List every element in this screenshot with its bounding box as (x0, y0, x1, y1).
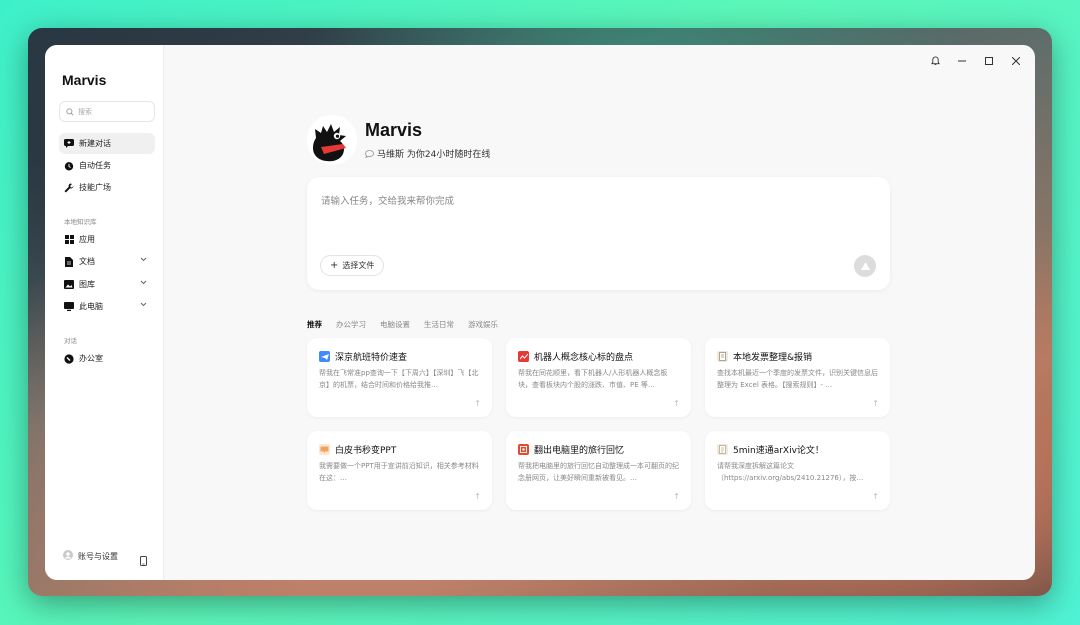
sidebar-item-label: 此电脑 (79, 302, 103, 311)
card-title: 5min速通arXiv论文！ (733, 446, 824, 456)
account-label: 账号与设置 (78, 551, 118, 561)
sidebar-item-label: 文档 (79, 257, 95, 266)
user-icon (63, 550, 73, 562)
select-file-button[interactable]: + 选择文件 (320, 255, 385, 276)
sidebar-item-office[interactable]: 办公室 (59, 348, 155, 369)
sidebar-item-auto-task[interactable]: 自动任务 (59, 155, 155, 176)
card-description: 请帮我深度拆解这篇论文（https://arxiv.org/abs/2410.2… (717, 462, 864, 482)
search-input[interactable]: 搜索 (59, 101, 155, 122)
card-title: 机器人概念核心标的盘点 (534, 353, 634, 363)
assistant-profile: Marvis 马维斯 为你24小时随时在线 (307, 115, 490, 165)
sidebar-item-label: 自动任务 (79, 161, 111, 170)
sidebar-item-label: 办公室 (79, 354, 103, 363)
arrow-up-icon[interactable]: ↑ (673, 492, 680, 501)
chat-icon (64, 139, 74, 149)
arrow-up-icon[interactable]: ↑ (474, 492, 481, 501)
image-icon (64, 280, 74, 290)
paper-scroll-icon (717, 444, 728, 455)
plus-icon: + (330, 260, 339, 271)
card-description: 我需要做一个PPT用于宣讲前沿知识，相关参考材料在这：… (319, 462, 479, 482)
phone-icon[interactable] (140, 551, 147, 570)
search-placeholder: 搜索 (78, 107, 92, 116)
document-icon (64, 256, 74, 267)
task-card[interactable]: 本地发票整理&报销 查找本机最近一个季度的发票文件，识别关键信息后整理为 Exc… (705, 338, 890, 417)
arrow-up-icon[interactable]: ↑ (872, 492, 879, 501)
assistant-tagline-row: 马维斯 为你24小时随时在线 (365, 147, 490, 160)
sidebar-item-new-chat[interactable]: 新建对话 (59, 133, 155, 154)
task-card[interactable]: 深京航班特价速查 帮我在飞常准pp查询一下【下周六】【深圳】飞【北京】的机票，结… (307, 338, 492, 417)
brand-title: Marvis (62, 72, 107, 88)
clock-icon (64, 161, 74, 171)
assistant-tagline: 马维斯 为你24小时随时在线 (377, 150, 491, 160)
card-title: 本地发票整理&报销 (733, 353, 813, 363)
card-title: 翻出电脑里的旅行回忆 (534, 446, 625, 456)
section-chat: 对话 (64, 337, 77, 345)
task-card[interactable]: 机器人概念核心标的盘点 帮我在同花顺里，看下机器人/人形机器人概念板块，查看板块… (506, 338, 691, 417)
sidebar-item-label: 图库 (79, 280, 95, 289)
minimize-icon[interactable] (955, 54, 969, 68)
task-card[interactable]: 5min速通arXiv论文！ 请帮我深度拆解这篇论文（https://arxiv… (705, 431, 890, 510)
send-arrow-icon (860, 262, 870, 270)
arrow-up-icon[interactable]: ↑ (474, 399, 481, 408)
apps-icon (64, 235, 74, 245)
assistant-avatar (307, 115, 357, 165)
select-file-label: 选择文件 (342, 261, 375, 270)
speech-bubble-icon (365, 149, 374, 158)
sidebar-item-label: 新建对话 (79, 139, 111, 148)
photo-album-icon (518, 444, 529, 455)
arrow-up-icon[interactable]: ↑ (872, 399, 879, 408)
wrench-icon (64, 183, 74, 193)
chevron-down-icon[interactable] (140, 280, 147, 285)
invoice-icon (717, 351, 728, 362)
bell-icon[interactable] (928, 54, 942, 68)
send-button[interactable] (854, 255, 876, 277)
assistant-name: Marvis (365, 120, 423, 140)
tab-games[interactable]: 游戏娱乐 (468, 319, 498, 330)
sidebar: Marvis 搜索 新建对话 自动任务 技能广场 本地知识库 应用 文档 图库 … (45, 45, 163, 580)
card-description: 帮我在同花顺里，看下机器人/人形机器人概念板块，查看板块内个股的涨跌、市值、PE… (518, 369, 668, 389)
search-icon (66, 107, 74, 116)
plane-icon (319, 351, 330, 362)
task-card[interactable]: 翻出电脑里的旅行回忆 帮我把电脑里的旅行回忆自动整理成一本可翻页的纪念册网页，让… (506, 431, 691, 510)
tab-pc-settings[interactable]: 电脑设置 (380, 319, 410, 330)
chevron-down-icon[interactable] (140, 257, 147, 262)
sidebar-item-this-pc[interactable]: 此电脑 (59, 296, 155, 317)
chevron-down-icon[interactable] (140, 302, 147, 307)
office-icon (64, 353, 74, 364)
tab-daily-life[interactable]: 生活日常 (424, 319, 454, 330)
app-window: Marvis 搜索 新建对话 自动任务 技能广场 本地知识库 应用 文档 图库 … (45, 45, 1035, 580)
sidebar-item-label: 技能广场 (79, 183, 111, 192)
card-description: 帮我把电脑里的旅行回忆自动整理成一本可翻页的纪念册网页，让美好瞬间重新被看见。… (518, 462, 679, 482)
sidebar-item-docs[interactable]: 文档 (59, 251, 155, 272)
tab-recommend[interactable]: 推荐 (307, 319, 322, 330)
task-input[interactable]: 请输入任务，交给我来帮你完成 (321, 193, 454, 207)
sidebar-item-skills[interactable]: 技能广场 (59, 177, 155, 198)
presentation-icon (319, 444, 330, 455)
maximize-icon[interactable] (982, 54, 996, 68)
task-card[interactable]: 白皮书秒变PPT 我需要做一个PPT用于宣讲前沿知识，相关参考材料在这：… ↑ (307, 431, 492, 510)
sidebar-item-apps[interactable]: 应用 (59, 229, 155, 250)
arrow-up-icon[interactable]: ↑ (673, 399, 680, 408)
section-knowledge: 本地知识库 (64, 218, 97, 226)
task-input-box[interactable]: 请输入任务，交给我来帮你完成 + 选择文件 (307, 177, 890, 290)
card-title: 白皮书秒变PPT (335, 446, 397, 456)
card-description: 查找本机最近一个季度的发票文件，识别关键信息后整理为 Excel 表格。【搜索规… (717, 369, 878, 389)
card-description: 帮我在飞常准pp查询一下【下周六】【深圳】飞【北京】的机票，结合时间和价格给我推… (319, 369, 479, 389)
category-tabs: 推荐 办公学习 电脑设置 生活日常 游戏娱乐 (307, 319, 512, 330)
stock-chart-icon (518, 351, 529, 362)
sidebar-item-gallery[interactable]: 图库 (59, 274, 155, 295)
sidebar-item-label: 应用 (79, 235, 95, 244)
monitor-icon (64, 302, 74, 312)
card-title: 深京航班特价速查 (335, 353, 408, 363)
close-icon[interactable] (1009, 54, 1023, 68)
tab-office-study[interactable]: 办公学习 (336, 319, 366, 330)
